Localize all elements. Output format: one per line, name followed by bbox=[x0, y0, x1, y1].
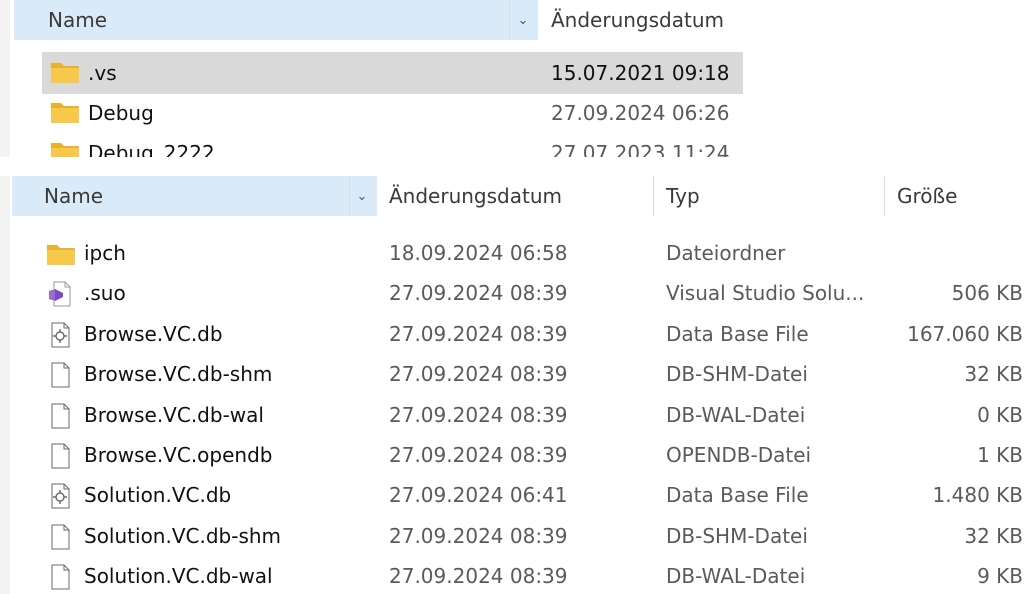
modified-date: 27.09.2024 08:39 bbox=[389, 281, 568, 306]
modified-date: 27.09.2024 08:39 bbox=[389, 362, 568, 387]
file-list-top: Name ^ ⌄ Änderungsdatum .vs 15.07.2021 09… bbox=[0, 0, 1027, 157]
database-file-icon bbox=[46, 483, 76, 509]
column-divider[interactable] bbox=[509, 0, 510, 40]
file-name: Solution.VC.db bbox=[84, 483, 232, 508]
modified-date: 27.09.2024 08:39 bbox=[389, 523, 568, 548]
file-type: DB-SHM-Datei bbox=[666, 523, 808, 548]
chevron-down-icon[interactable]: ⌄ bbox=[508, 0, 538, 40]
table-row[interactable]: Browse.VC.db 27.09.2024 08:39 Data Base Fi… bbox=[0, 315, 1027, 353]
file-name: Browse.VC.db-wal bbox=[84, 402, 264, 427]
column-header-name-label: Name bbox=[44, 184, 104, 208]
file-icon bbox=[46, 524, 76, 550]
file-type: DB-WAL-Datei bbox=[666, 564, 806, 589]
file-size: 1.480 KB bbox=[932, 483, 1023, 508]
column-divider[interactable] bbox=[349, 176, 350, 216]
file-size bbox=[885, 234, 1023, 272]
file-name: Solution.VC.db-shm bbox=[84, 523, 282, 548]
file-size: 32 KB bbox=[964, 523, 1023, 548]
file-name: .vs bbox=[88, 61, 117, 85]
file-name: Debug_2222 bbox=[88, 141, 215, 157]
file-name: Solution.VC.db-wal bbox=[84, 564, 273, 589]
folder-icon bbox=[50, 99, 80, 125]
modified-date: 27.09.2024 06:41 bbox=[389, 483, 568, 508]
folder-icon bbox=[50, 59, 80, 85]
file-size: 0 KB bbox=[977, 402, 1023, 427]
file-type: DB-SHM-Datei bbox=[666, 362, 808, 387]
modified-date: 27.07.2023 11:24 bbox=[551, 141, 730, 157]
column-header-name-label: Name bbox=[48, 8, 108, 32]
table-row[interactable]: Solution.VC.db-wal 27.09.2024 08:39 DB-WAL… bbox=[0, 557, 1027, 594]
modified-date: 27.09.2024 08:39 bbox=[389, 321, 568, 346]
file-size: 1 KB bbox=[977, 443, 1023, 467]
file-name: .suo bbox=[84, 281, 126, 306]
list-item[interactable]: Debug_2222 27.07.2023 11:24 bbox=[0, 132, 1027, 157]
file-name: Browse.VC.opendb bbox=[84, 443, 273, 467]
file-name: Browse.VC.db bbox=[84, 321, 223, 346]
modified-date: 15.07.2021 09:18 bbox=[551, 61, 730, 85]
modified-date: 27.09.2024 06:26 bbox=[551, 101, 730, 125]
file-type: Data Base File bbox=[666, 321, 809, 346]
visual-studio-file-icon bbox=[46, 281, 76, 307]
modified-date: 27.09.2024 08:39 bbox=[389, 564, 568, 589]
table-row[interactable]: Browse.VC.db-shm 27.09.2024 08:39 DB-SHM-D… bbox=[0, 355, 1027, 393]
file-type: Visual Studio Solu... bbox=[666, 281, 865, 306]
column-header-type[interactable]: Typ bbox=[654, 176, 884, 216]
column-header-name[interactable]: Name ^ ⌄ bbox=[12, 176, 377, 216]
sort-caret-icon: ^ bbox=[202, 176, 212, 184]
file-size: 506 KB bbox=[951, 281, 1023, 306]
file-icon bbox=[46, 564, 76, 590]
table-row[interactable]: Solution.VC.db 27.09.2024 06:41 Data Base … bbox=[0, 476, 1027, 514]
column-header-date-label: Änderungsdatum bbox=[389, 184, 562, 208]
file-icon bbox=[46, 403, 76, 429]
file-type: DB-WAL-Datei bbox=[666, 402, 806, 427]
column-header-type-label: Typ bbox=[666, 184, 700, 208]
file-name: Browse.VC.db-shm bbox=[84, 362, 273, 387]
file-name: Debug bbox=[88, 101, 154, 125]
file-type: Data Base File bbox=[666, 483, 809, 508]
sort-caret-icon: ^ bbox=[278, 0, 288, 8]
table-row[interactable]: ipch 18.09.2024 06:58 Dateiordner bbox=[0, 234, 1027, 272]
table-row[interactable]: Solution.VC.db-shm 27.09.2024 08:39 DB-SHM… bbox=[0, 517, 1027, 555]
folder-icon bbox=[50, 139, 80, 157]
file-size: 9 KB bbox=[977, 564, 1023, 589]
table-row[interactable]: Browse.VC.opendb 27.09.2024 08:39 OPENDB-D… bbox=[0, 436, 1027, 474]
file-size: 167.060 KB bbox=[907, 321, 1023, 346]
table-row[interactable]: .suo 27.09.2024 08:39 Visual Studio Solu..… bbox=[0, 274, 1027, 312]
file-icon bbox=[46, 443, 76, 469]
modified-date: 27.09.2024 08:39 bbox=[389, 402, 568, 427]
file-type: OPENDB-Datei bbox=[666, 443, 812, 467]
chevron-down-icon[interactable]: ⌄ bbox=[347, 176, 377, 216]
column-header-date-label: Änderungsdatum bbox=[551, 8, 724, 32]
column-header-date[interactable]: Änderungsdatum bbox=[377, 176, 653, 216]
folder-icon bbox=[46, 241, 76, 267]
list-item[interactable]: Debug 27.09.2024 06:26 bbox=[0, 92, 1027, 130]
table-row[interactable]: Browse.VC.db-wal 27.09.2024 08:39 DB-WAL-D… bbox=[0, 396, 1027, 434]
file-icon bbox=[46, 362, 76, 388]
list-item[interactable]: .vs 15.07.2021 09:18 bbox=[0, 52, 1027, 94]
column-header-size-label: Größe bbox=[897, 184, 958, 208]
database-file-icon bbox=[46, 322, 76, 348]
file-size: 32 KB bbox=[964, 362, 1023, 387]
file-name: ipch bbox=[84, 241, 126, 265]
column-header-date[interactable]: Änderungsdatum bbox=[538, 0, 768, 40]
file-list-bottom: Name ^ ⌄ Änderungsdatum Typ Größe ipch 18… bbox=[0, 176, 1027, 594]
column-header-size[interactable]: Größe bbox=[885, 176, 1027, 216]
modified-date: 18.09.2024 06:58 bbox=[389, 241, 568, 265]
file-type: Dateiordner bbox=[666, 241, 786, 265]
column-header-name[interactable]: Name ^ ⌄ bbox=[14, 0, 538, 40]
modified-date: 27.09.2024 08:39 bbox=[389, 443, 568, 467]
